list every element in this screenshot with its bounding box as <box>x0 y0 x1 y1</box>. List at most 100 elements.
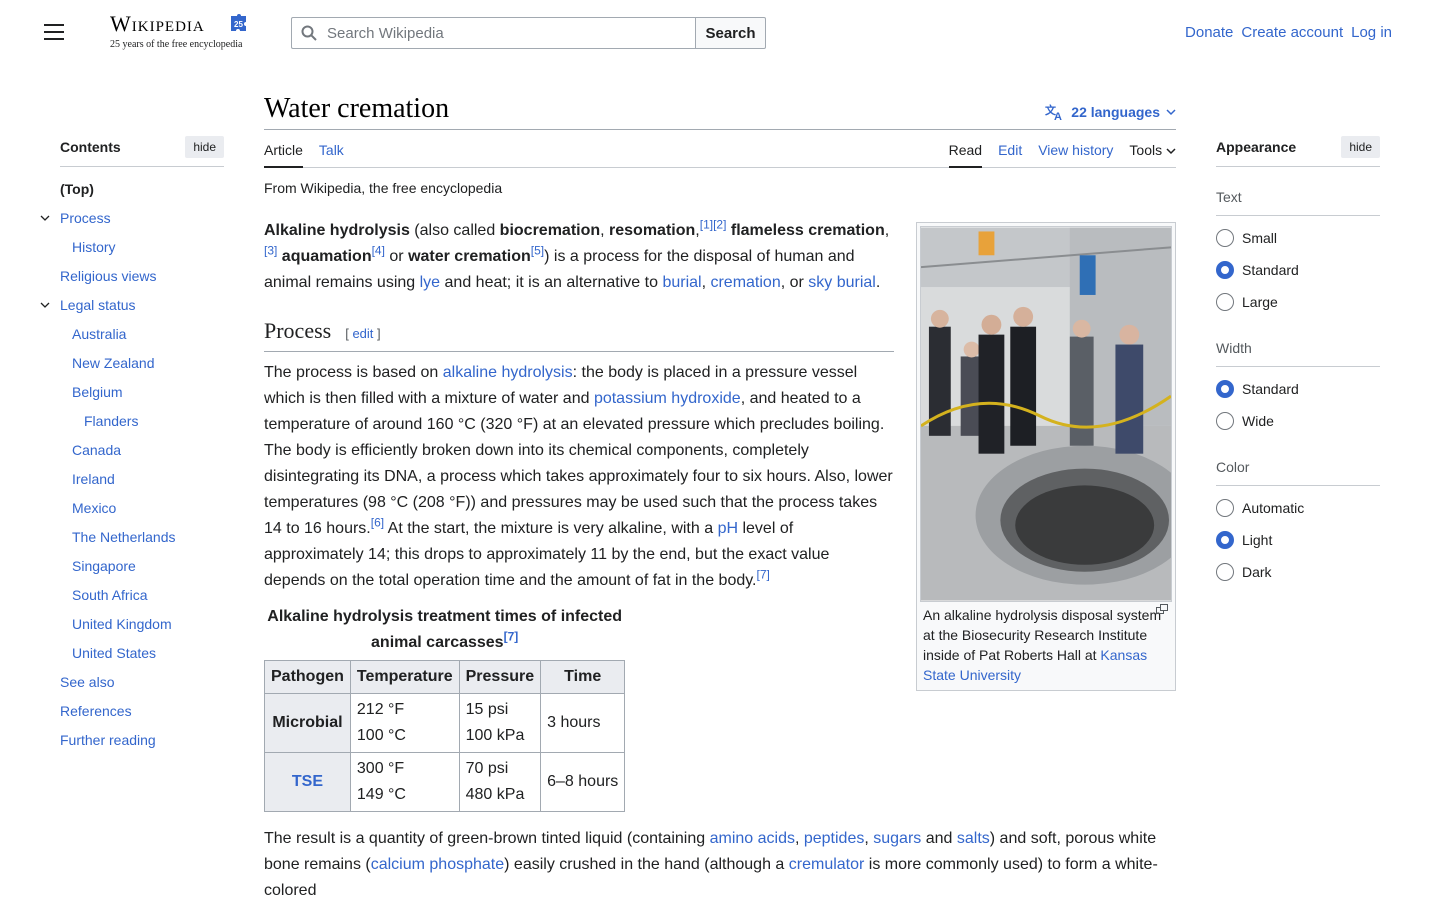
table-cell: 300 °F 149 °C <box>349 752 460 812</box>
chevron-down-icon <box>1166 148 1176 155</box>
toc-item-label: United Kingdom <box>72 616 172 632</box>
toc-item-label: South Africa <box>72 587 148 603</box>
language-count: 22 languages <box>1071 104 1160 120</box>
radio-button[interactable] <box>1216 563 1234 581</box>
table-cell: 3 hours <box>540 693 626 753</box>
section-edit: [ edit ] <box>345 326 381 341</box>
enlarge-icon[interactable] <box>1156 604 1168 614</box>
toc-list: (Top) Process History Religious views Legal … <box>40 175 224 755</box>
chevron-down-icon[interactable] <box>40 300 50 310</box>
search-input[interactable] <box>325 23 685 43</box>
cell-line: 70 psi <box>465 760 509 777</box>
result-paragraph: The result is a quantity of green-brown … <box>264 830 1158 899</box>
toc-item[interactable]: (Top) <box>60 175 224 204</box>
radio-option[interactable]: Large <box>1216 286 1380 318</box>
toc-item[interactable]: Belgium <box>60 378 224 407</box>
toc-hide-button[interactable]: hide <box>185 136 224 158</box>
toc-item-label: United States <box>72 645 157 661</box>
toc-item-label: History <box>72 239 116 255</box>
toc-item-label: Mexico <box>72 500 117 516</box>
radio-button[interactable] <box>1216 293 1234 311</box>
tab-read[interactable]: Read <box>948 130 983 168</box>
toc-item-label: Legal status <box>60 297 136 313</box>
table-cell: 6–8 hours <box>540 752 626 812</box>
radio-option[interactable]: Dark <box>1216 556 1380 588</box>
chevron-down-icon[interactable] <box>40 213 50 223</box>
tse-link[interactable]: TSE <box>292 773 323 790</box>
section-title: Process <box>264 318 332 343</box>
wikipedia-logo[interactable]: Wikipedia 25 25 years of the free encycl… <box>110 12 250 54</box>
radio-option[interactable]: Standard <box>1216 254 1380 286</box>
hamburger-line <box>44 38 64 40</box>
toc-item[interactable]: The Netherlands <box>60 523 224 552</box>
tab-edit[interactable]: Edit <box>998 130 1022 168</box>
tab-article[interactable]: Article <box>264 130 303 168</box>
toc-item[interactable]: Legal status <box>40 291 224 320</box>
toc-item[interactable]: Australia <box>60 320 224 349</box>
toc-item[interactable]: History <box>60 233 224 262</box>
radio-button[interactable] <box>1216 499 1234 517</box>
radio-option[interactable]: Automatic <box>1216 492 1380 524</box>
toc-item-label: (Top) <box>60 181 94 197</box>
radio-option[interactable]: Light <box>1216 524 1380 556</box>
row-header: Microbial <box>264 693 351 753</box>
tab-view-history[interactable]: View history <box>1038 130 1113 168</box>
main-menu-button[interactable] <box>44 24 64 42</box>
search-box[interactable] <box>291 17 695 49</box>
radio-option[interactable]: Standard <box>1216 373 1380 405</box>
language-button[interactable]: 文 A 22 languages <box>1045 103 1176 121</box>
page-tabs: Article Talk Read Edit View history Tool… <box>264 130 1176 168</box>
search-button[interactable]: Search <box>695 17 766 49</box>
radio-label: Large <box>1242 294 1278 310</box>
treatment-times-table: Alkaline hydrolysis treatment times of i… <box>264 604 626 812</box>
toc-header: Contents hide <box>60 136 224 167</box>
table-caption-text: Alkaline hydrolysis treatment times of i… <box>267 608 623 651</box>
section-edit-link[interactable]: edit <box>352 326 373 341</box>
toc-item[interactable]: Process <box>40 204 224 233</box>
toc-item[interactable]: Further reading <box>60 726 224 755</box>
toc-item[interactable]: Mexico <box>60 494 224 523</box>
toc-item[interactable]: References <box>60 697 224 726</box>
appearance-panel: Appearance hide Text Small Standard Large Wi… <box>1216 136 1380 588</box>
radio-option[interactable]: Wide <box>1216 405 1380 437</box>
radio-label: Automatic <box>1242 500 1305 516</box>
column-header: Pressure <box>458 660 542 694</box>
main-content: Water cremation 文 A 22 languages Article… <box>264 92 1176 904</box>
radio-button[interactable] <box>1216 412 1234 430</box>
appearance-hide-button[interactable]: hide <box>1341 136 1380 158</box>
donate-link[interactable]: Donate <box>1185 24 1233 41</box>
article-body: Alkaline hydrolysis (also called biocrem… <box>264 218 1158 904</box>
toc-item-label: Religious views <box>60 268 157 284</box>
appearance-group-label: Color <box>1216 459 1380 486</box>
toc-item[interactable]: New Zealand <box>60 349 224 378</box>
toc-item[interactable]: See also <box>60 668 224 697</box>
table-caption-ref[interactable]: [7] <box>504 630 519 644</box>
table-cell: 70 psi 480 kPa <box>458 752 542 812</box>
radio-button[interactable] <box>1216 531 1234 549</box>
toc-item[interactable]: South Africa <box>60 581 224 610</box>
toc-item[interactable]: Canada <box>60 436 224 465</box>
tools-dropdown[interactable]: Tools <box>1129 130 1176 168</box>
translate-icon: 文 A <box>1045 103 1062 121</box>
radio-button[interactable] <box>1216 261 1234 279</box>
radio-button[interactable] <box>1216 229 1234 247</box>
image-caption: An alkaline hydrolysis disposal system a… <box>920 602 1172 687</box>
toc-item[interactable]: United Kingdom <box>60 610 224 639</box>
view-tabs: Read Edit View history Tools <box>948 130 1176 168</box>
toc-item[interactable]: Singapore <box>60 552 224 581</box>
toc-item-label: Belgium <box>72 384 123 400</box>
radio-label: Wide <box>1242 413 1274 429</box>
toc-item[interactable]: United States <box>60 639 224 668</box>
tab-talk[interactable]: Talk <box>319 130 344 168</box>
toc-item[interactable]: Ireland <box>60 465 224 494</box>
create-account-link[interactable]: Create account <box>1241 24 1343 41</box>
radio-button[interactable] <box>1216 380 1234 398</box>
toc-item[interactable]: Religious views <box>60 262 224 291</box>
radio-option[interactable]: Small <box>1216 222 1380 254</box>
toc-item[interactable]: Flanders <box>60 407 224 436</box>
cell-line: 480 kPa <box>465 786 525 803</box>
log-in-link[interactable]: Log in <box>1351 24 1392 41</box>
appearance-group: Width Standard Wide <box>1216 340 1380 437</box>
section-heading-process: Process [ edit ] <box>264 316 894 352</box>
cremation-facility-photo[interactable] <box>920 226 1172 602</box>
